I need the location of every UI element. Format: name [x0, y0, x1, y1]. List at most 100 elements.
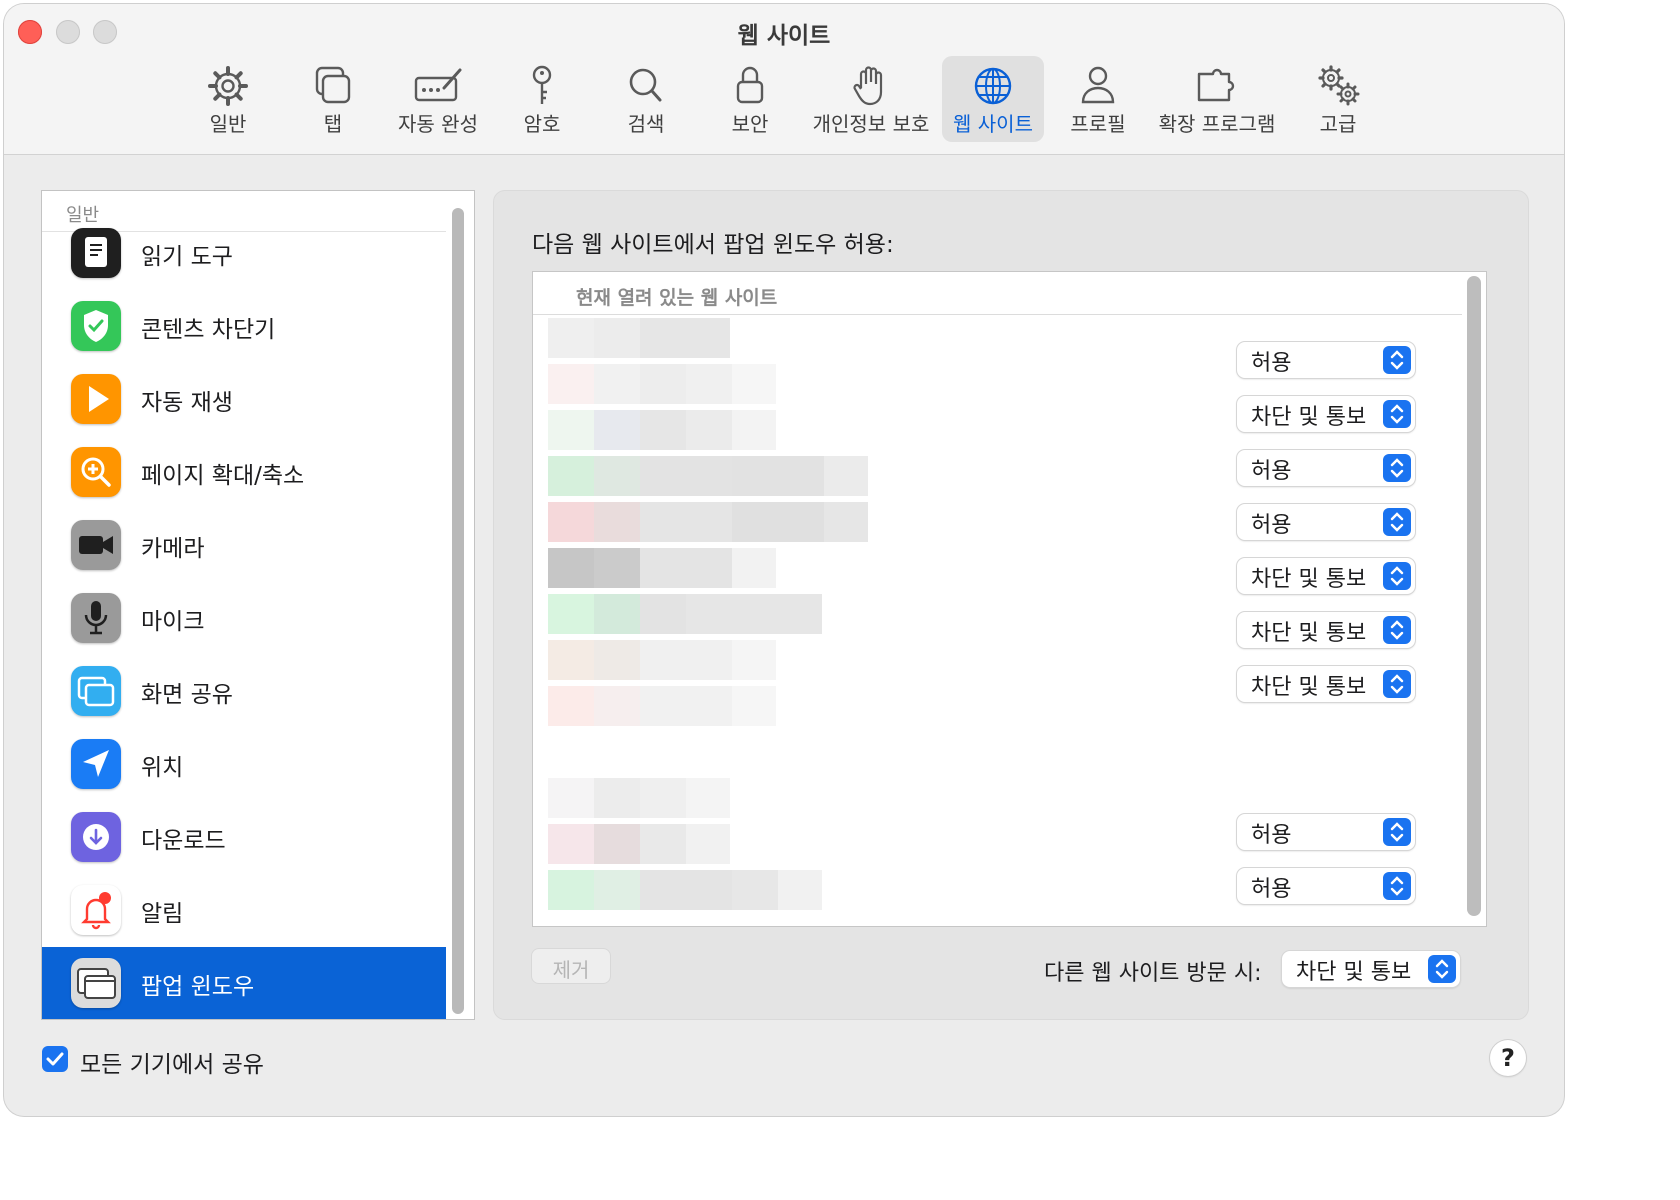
- globe-icon: [974, 67, 1012, 105]
- popup-permission-value: 차단 및 통보: [1251, 621, 1367, 646]
- sidebar: 일반 읽기 도구 콘텐츠 차단기 자동 재생 페이지 확대/축소 카메라 마이크…: [41, 190, 475, 1020]
- sidebar-item-label: 마이크: [141, 609, 205, 635]
- popup-permission-value: 차단 및 통보: [1251, 405, 1367, 430]
- toolbar-label: 보안: [731, 112, 769, 136]
- sidebar-item-label: 위치: [141, 755, 184, 781]
- table-scrollbar[interactable]: [1467, 276, 1481, 916]
- reader-icon: [71, 228, 121, 278]
- sidebar-item-page-zoom[interactable]: 페이지 확대/축소: [42, 436, 446, 508]
- popup-permission-select[interactable]: 허용: [1237, 342, 1415, 378]
- table-section-label: 현재 열려 있는 웹 사이트: [576, 287, 778, 309]
- hand-icon: [853, 66, 883, 106]
- sidebar-item-label: 팝업 윈도우: [141, 974, 255, 1000]
- toolbar-label: 확장 프로그램: [1158, 112, 1276, 136]
- preferences-window: 웹 사이트 일반 탭 자동 완성 암호 검색 보안 개인정보 보호 웹 사이트 …: [4, 4, 1564, 1116]
- toolbar-item-extensions[interactable]: 확장 프로그램: [1156, 56, 1278, 142]
- toolbar-item-profiles[interactable]: 프로필: [1054, 56, 1142, 142]
- popup-permission-value: 허용: [1251, 459, 1292, 484]
- website-name-redacted: [548, 824, 730, 864]
- popup-permission-value: 차단 및 통보: [1251, 675, 1367, 700]
- sidebar-item-label: 카메라: [141, 536, 205, 562]
- table-section-header: 현재 열려 있는 웹 사이트: [533, 272, 1462, 315]
- toolbar-item-advanced[interactable]: 고급: [1294, 56, 1382, 142]
- popup-permission-select[interactable]: 허용: [1237, 814, 1415, 850]
- gears-icon: [1318, 65, 1360, 106]
- website-name-redacted: [548, 548, 776, 588]
- toolbar-item-privacy[interactable]: 개인정보 보호: [810, 56, 932, 142]
- sidebar-item-location[interactable]: 위치: [42, 728, 446, 800]
- sidebar-scrollbar[interactable]: [452, 208, 464, 1014]
- website-name-redacted: [548, 594, 822, 634]
- toolbar-item-websites[interactable]: 웹 사이트: [942, 56, 1044, 142]
- download-icon: [71, 812, 121, 862]
- microphone-icon: [71, 593, 121, 643]
- chevron-updown-icon: [1383, 346, 1411, 374]
- remove-button[interactable]: 제거: [532, 949, 610, 983]
- website-name-redacted: [548, 318, 730, 358]
- other-websites-label: 다른 웹 사이트 방문 시:: [1044, 961, 1262, 986]
- popup-permission-select[interactable]: 차단 및 통보: [1237, 612, 1415, 648]
- chevron-updown-icon: [1383, 454, 1411, 482]
- chevron-updown-icon: [1383, 508, 1411, 536]
- sidebar-item-downloads[interactable]: 다운로드: [42, 801, 446, 873]
- gear-icon: [208, 66, 248, 106]
- shield-check-icon: [71, 301, 121, 351]
- window-title: 웹 사이트: [737, 23, 831, 49]
- toolbar-label: 암호: [523, 112, 561, 136]
- camera-icon: [71, 520, 121, 570]
- toolbar-item-general[interactable]: 일반: [182, 56, 274, 142]
- toolbar-item-tabs[interactable]: 탭: [288, 56, 378, 142]
- popup-window-icon: [71, 958, 121, 1008]
- toolbar-label: 개인정보 보호: [812, 112, 930, 136]
- toolbar-label: 고급: [1319, 112, 1357, 136]
- person-icon: [1081, 66, 1115, 104]
- chevron-updown-icon: [1383, 562, 1411, 590]
- checkmark-icon: [46, 1052, 64, 1066]
- toolbar-item-search[interactable]: 검색: [602, 56, 690, 142]
- popup-permission-value: 허용: [1251, 351, 1292, 376]
- toolbar-label: 탭: [323, 112, 343, 136]
- toolbar-item-passwords[interactable]: 암호: [498, 56, 586, 142]
- help-button[interactable]: ?: [1490, 1040, 1526, 1076]
- remove-button-label: 제거: [552, 958, 590, 982]
- titlebar: 웹 사이트 일반 탭 자동 완성 암호 검색 보안 개인정보 보호 웹 사이트 …: [4, 4, 1564, 155]
- website-name-redacted: [548, 502, 868, 542]
- sidebar-item-screen-sharing[interactable]: 화면 공유: [42, 655, 446, 727]
- toolbar-item-autofill[interactable]: 자동 완성: [388, 56, 488, 142]
- website-name-redacted: [548, 870, 822, 910]
- sidebar-item-microphone[interactable]: 마이크: [42, 582, 446, 654]
- chevron-updown-icon: [1383, 818, 1411, 846]
- sidebar-item-notifications[interactable]: 알림: [42, 874, 446, 946]
- play-icon: [71, 374, 121, 424]
- popup-permission-value: 허용: [1251, 877, 1292, 902]
- toolbar-item-security[interactable]: 보안: [706, 56, 794, 142]
- sidebar-item-autoplay[interactable]: 자동 재생: [42, 363, 446, 435]
- other-websites-value: 차단 및 통보: [1296, 960, 1412, 985]
- popup-permission-value: 허용: [1251, 513, 1292, 538]
- popup-permission-select[interactable]: 허용: [1237, 868, 1415, 904]
- popup-permission-select[interactable]: 차단 및 통보: [1237, 396, 1415, 432]
- website-name-redacted: [548, 364, 776, 404]
- sidebar-item-popup-windows[interactable]: 팝업 윈도우: [42, 947, 446, 1019]
- popup-permission-select[interactable]: 차단 및 통보: [1237, 666, 1415, 702]
- toolbar-label: 프로필: [1070, 112, 1126, 136]
- website-name-redacted: [548, 640, 776, 680]
- popup-permission-value: 차단 및 통보: [1251, 567, 1367, 592]
- toolbar-label: 검색: [627, 112, 665, 136]
- popup-permission-select[interactable]: 허용: [1237, 450, 1415, 486]
- panel-title: 다음 웹 사이트에서 팝업 윈도우 허용:: [532, 232, 894, 258]
- sidebar-item-camera[interactable]: 카메라: [42, 509, 446, 581]
- popup-permission-select[interactable]: 차단 및 통보: [1237, 558, 1415, 594]
- share-across-devices-label: 모든 기기에서 공유: [80, 1052, 264, 1078]
- sidebar-item-content-blockers[interactable]: 콘텐츠 차단기: [42, 290, 446, 362]
- popup-permission-select[interactable]: 허용: [1237, 504, 1415, 540]
- sidebar-item-label: 다운로드: [141, 828, 226, 854]
- puzzle-icon: [1197, 68, 1235, 102]
- sidebar-item-label: 읽기 도구: [141, 244, 233, 270]
- share-across-devices-checkbox[interactable]: [42, 1046, 68, 1072]
- bell-icon: [71, 885, 121, 935]
- website-name-redacted: [548, 456, 868, 496]
- sidebar-item-reader[interactable]: 읽기 도구: [42, 217, 446, 289]
- toolbar-label: 웹 사이트: [953, 112, 1033, 136]
- other-websites-select[interactable]: 차단 및 통보: [1282, 951, 1460, 987]
